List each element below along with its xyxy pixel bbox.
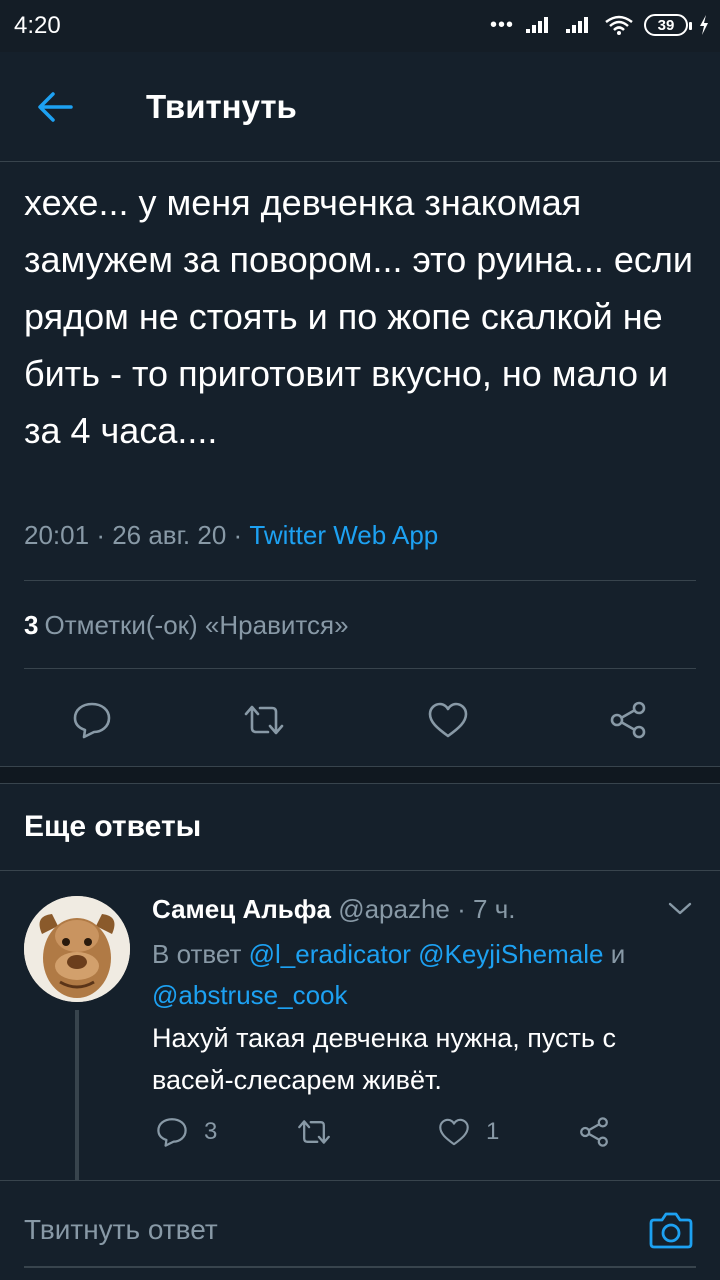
likes-count: 3 (24, 610, 39, 640)
reply-to-and: и (610, 939, 626, 969)
retweet-icon (298, 1120, 330, 1144)
reply-like-count: 1 (486, 1118, 500, 1145)
charging-icon (700, 15, 708, 35)
compose-underline (24, 1266, 696, 1268)
tweet-meta: 20:01 · 26 авг. 20 · Twitter Web App (24, 520, 438, 551)
reply-time: 7 ч. (473, 894, 516, 924)
tweet-actions (0, 690, 720, 750)
meta-separator: · (457, 894, 474, 924)
retweet-button[interactable] (234, 690, 294, 750)
camera-icon (649, 1212, 693, 1249)
like-button[interactable] (418, 690, 478, 750)
heart-icon (439, 1118, 469, 1146)
mention-link[interactable]: @l_eradicator (249, 939, 411, 969)
status-time: 4:20 (14, 12, 61, 39)
page-title: Твитнуть (146, 88, 297, 125)
reply-menu-button[interactable] (664, 894, 696, 922)
avatar-image (24, 896, 130, 1002)
signal-icon-2 (566, 17, 588, 33)
back-button[interactable] (30, 85, 80, 129)
divider (24, 580, 696, 581)
heart-icon (428, 702, 468, 738)
reply-to-line: В ответ @l_eradicator @KeyjiShemale и @a… (152, 934, 702, 1016)
reply-like-button[interactable]: 1 (438, 1110, 499, 1154)
mention-link[interactable]: @abstruse_cook (152, 980, 348, 1010)
battery-icon: 39 (644, 14, 692, 36)
tweet-source-link[interactable]: Twitter Web App (249, 520, 438, 550)
reply-author-name[interactable]: Самец Альфа (152, 894, 331, 924)
wifi-icon (605, 15, 633, 35)
reply-text: Нахуй такая девченка нужна, пусть с васе… (152, 1023, 616, 1095)
status-icons: ••• 39 (490, 10, 710, 40)
arrow-left-icon (38, 92, 73, 122)
divider (24, 668, 696, 669)
reply-share-button[interactable] (578, 1110, 610, 1154)
meta-separator: · (233, 520, 250, 550)
chevron-down-icon (668, 902, 692, 915)
share-icon (610, 701, 646, 739)
tweet-time: 20:01 (24, 520, 90, 550)
reply-button[interactable] (62, 690, 122, 750)
reply-reply-button[interactable]: 3 (156, 1110, 217, 1154)
meta-separator: · (96, 520, 113, 550)
thread-line (75, 1010, 79, 1180)
divider (0, 870, 720, 871)
status-bar: 4:20 ••• 39 (0, 0, 720, 52)
avatar[interactable] (24, 896, 130, 1002)
reply-retweet-button[interactable] (296, 1110, 332, 1154)
retweet-icon (244, 705, 284, 735)
app-bar: Твитнуть (0, 52, 720, 162)
speech-bubble-icon (73, 702, 111, 739)
signal-icon (526, 17, 548, 33)
reply-to-prefix: В ответ (152, 939, 242, 969)
speech-bubble-icon (157, 1118, 187, 1147)
divider (0, 1180, 720, 1181)
reply-actions: 3 1 (152, 1110, 702, 1154)
section-separator (0, 766, 720, 784)
more-dots-icon: ••• (489, 13, 514, 36)
reply-author-handle[interactable]: @apazhe (338, 894, 450, 924)
reply-reply-count: 3 (204, 1118, 218, 1145)
tweet-date: 26 авг. 20 (112, 520, 227, 550)
likes-summary[interactable]: 3 Отметки(-ок) «Нравится» (24, 610, 349, 641)
camera-button[interactable] (648, 1206, 694, 1252)
more-replies-heading: Еще ответы (24, 810, 202, 843)
compose-reply-input[interactable]: Твитнуть ответ (24, 1214, 218, 1246)
tweet-text: хехе... у меня девченка знакомая замужем… (24, 182, 693, 451)
likes-label: Отметки(-ок) «Нравится» (44, 610, 349, 640)
battery-level: 39 (657, 16, 675, 34)
mention-link[interactable]: @KeyjiShemale (418, 939, 603, 969)
share-button[interactable] (598, 690, 658, 750)
share-icon (580, 1117, 608, 1147)
reply-header: Самец Альфа @apazhe · 7 ч. (152, 894, 515, 925)
